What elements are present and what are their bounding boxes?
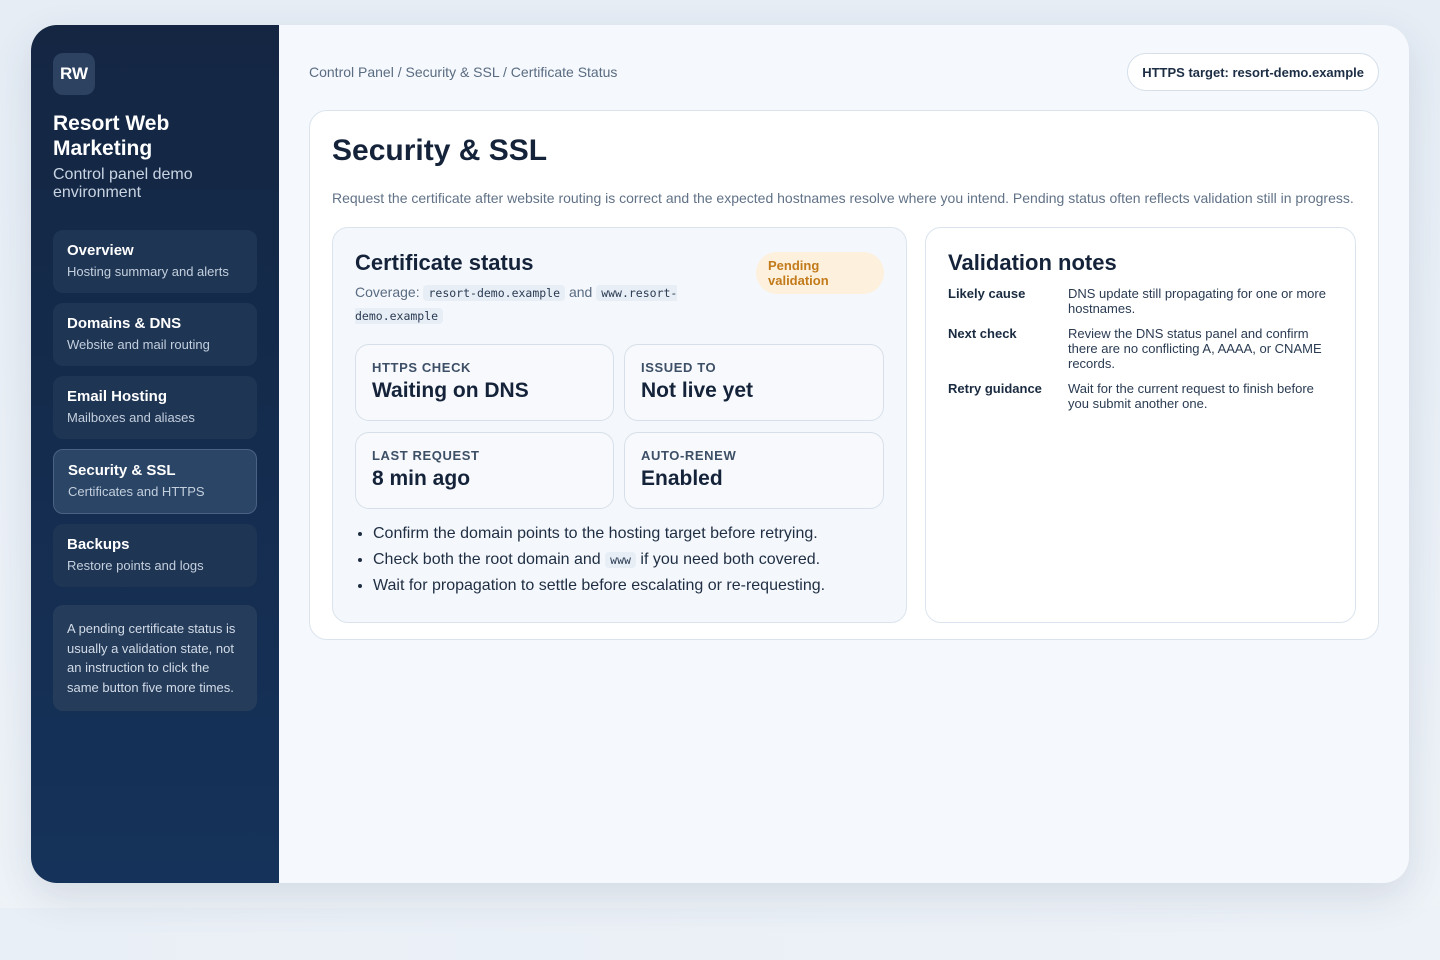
sidebar-item-desc: Hosting summary and alerts — [67, 264, 229, 279]
note-key: Next check — [948, 326, 1017, 341]
tip-code-www: www — [605, 552, 636, 568]
sidebar-item-label: Email Hosting — [67, 388, 168, 405]
stat-https-check: HTTPS CHECK Waiting on DNS — [355, 344, 614, 421]
app-window: RW Resort Web Marketing Control panel de… — [31, 25, 1409, 883]
sidebar-help-note: A pending certificate status is usually … — [53, 605, 257, 711]
breadcrumb: Control Panel / Security & SSL / Certifi… — [309, 64, 618, 80]
coverage-prefix: Coverage: — [355, 284, 420, 300]
sidebar-item-domains-dns[interactable]: Domains & DNS Website and mail routing — [53, 303, 257, 366]
sidebar-item-backups[interactable]: Backups Restore points and logs — [53, 524, 257, 587]
certificate-status-card: Certificate status Coverage: resort-demo… — [332, 227, 907, 623]
stat-auto-renew: AUTO-RENEW Enabled — [624, 432, 884, 509]
cards-row: Certificate status Coverage: resort-demo… — [332, 227, 1356, 623]
stat-label: ISSUED TO — [641, 360, 717, 375]
notes-title: Validation notes — [948, 250, 1117, 275]
note-key: Likely cause — [948, 286, 1026, 301]
sidebar-item-desc: Restore points and logs — [67, 558, 204, 573]
stat-value: Enabled — [641, 467, 723, 490]
sidebar-item-desc: Mailboxes and aliases — [67, 410, 195, 425]
sidebar-item-desc: Certificates and HTTPS — [68, 484, 205, 499]
note-value: Wait for the current request to finish b… — [1068, 381, 1314, 411]
sidebar: RW Resort Web Marketing Control panel de… — [31, 25, 279, 883]
sidebar-item-label: Domains & DNS — [67, 315, 182, 332]
https-target-pill: HTTPS target: resort-demo.example — [1127, 53, 1379, 91]
page-title: Security & SSL — [332, 134, 548, 167]
sidebar-item-label: Overview — [67, 242, 134, 259]
sidebar-item-overview[interactable]: Overview Hosting summary and alerts — [53, 230, 257, 293]
note-value: DNS update still propagating for one or … — [1068, 286, 1326, 316]
tip-text: if you need both covered. — [640, 551, 821, 568]
topbar: Control Panel / Security & SSL / Certifi… — [309, 53, 1379, 91]
list-item: Wait for propagation to settle before es… — [373, 573, 884, 599]
sidebar-item-desc: Website and mail routing — [67, 337, 210, 352]
certificate-heading-group: Certificate status Coverage: resort-demo… — [355, 250, 700, 327]
security-panel: Security & SSL Request the certificate a… — [309, 110, 1379, 640]
note-key: Retry guidance — [948, 381, 1042, 396]
stat-issued-to: ISSUED TO Not live yet — [624, 344, 884, 421]
certificate-header: Certificate status Coverage: resort-demo… — [355, 250, 884, 327]
brand-logo: RW — [53, 53, 95, 95]
sidebar-item-label: Backups — [67, 536, 130, 553]
brand-title: Resort Web Marketing — [53, 112, 170, 160]
note-row-retry-guidance: Retry guidance Wait for the current requ… — [948, 381, 1333, 411]
stat-last-request: LAST REQUEST 8 min ago — [355, 432, 614, 509]
main-content: Control Panel / Security & SSL / Certifi… — [279, 25, 1409, 883]
sidebar-item-email-hosting[interactable]: Email Hosting Mailboxes and aliases — [53, 376, 257, 439]
validation-notes-card: Validation notes Likely cause DNS update… — [925, 227, 1356, 623]
sidebar-item-security-ssl[interactable]: Security & SSL Certificates and HTTPS — [53, 449, 257, 514]
stat-value: Waiting on DNS — [372, 379, 529, 402]
certificate-title: Certificate status — [355, 250, 534, 275]
coverage-domain-root: resort-demo.example — [423, 285, 566, 301]
sidebar-item-label: Security & SSL — [68, 462, 176, 479]
tip-text: Check both the root domain and — [373, 551, 601, 568]
stat-value: Not live yet — [641, 379, 754, 402]
note-row-likely-cause: Likely cause DNS update still propagatin… — [948, 286, 1333, 316]
stat-label: HTTPS CHECK — [372, 360, 472, 375]
tips-list: Confirm the domain points to the hosting… — [355, 521, 884, 599]
note-row-next-check: Next check Review the DNS status panel a… — [948, 326, 1333, 371]
stat-value: 8 min ago — [372, 467, 471, 490]
note-value: Review the DNS status panel and confirm … — [1068, 326, 1322, 371]
coverage-text: Coverage: resort-demo.example and www.re… — [355, 281, 700, 327]
page-description: Request the certificate after website ro… — [332, 190, 1354, 206]
list-item: Confirm the domain points to the hosting… — [373, 521, 884, 547]
stat-grid: HTTPS CHECK Waiting on DNS ISSUED TO Not… — [355, 344, 884, 509]
status-badge: Pending validation — [756, 252, 884, 294]
list-item: Check both the root domain and www if yo… — [373, 547, 884, 573]
sidebar-nav: Overview Hosting summary and alerts Doma… — [53, 230, 257, 587]
page-background-band — [0, 908, 1440, 960]
coverage-and: and — [568, 284, 593, 300]
stat-label: AUTO-RENEW — [641, 448, 737, 463]
stat-label: LAST REQUEST — [372, 448, 480, 463]
brand-subtitle: Control panel demo environment — [53, 166, 193, 201]
